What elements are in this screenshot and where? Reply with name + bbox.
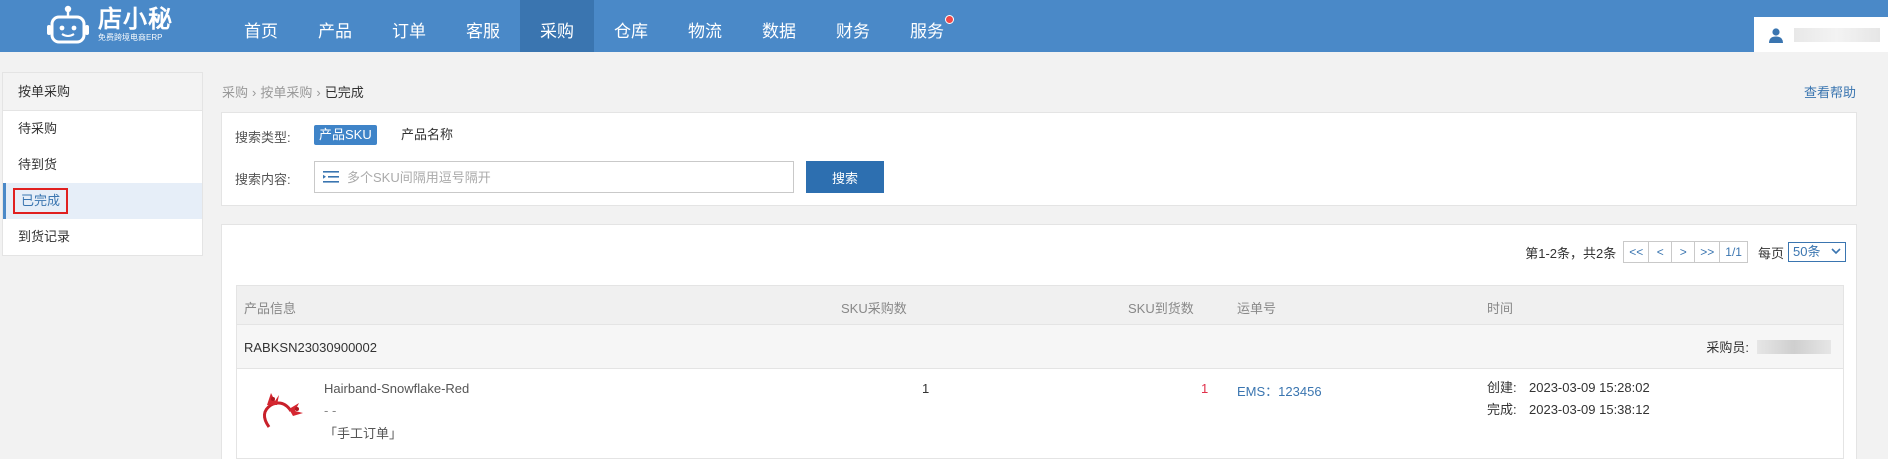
per-page-value: 50条 [1793, 244, 1821, 259]
time-info: 创建: 2023-03-09 15:28:02 完成: 2023-03-09 15:… [1487, 377, 1650, 421]
logo-subtitle: 免费跨境电商ERP [98, 33, 163, 42]
results-panel: 第1-2条，共2条 << < > >> 1/1 每页 50条 产品信息 SKU采… [221, 224, 1857, 459]
sidebar-item-pending-purchase[interactable]: 待采购 [3, 111, 202, 147]
app-logo[interactable]: 店小秘 免费跨境电商ERP [44, 2, 173, 48]
sidebar-item-completed-label: 已完成 [13, 188, 69, 214]
logo-title: 店小秘 [98, 6, 173, 33]
tracking-number-link[interactable]: EMS：123456 [1237, 381, 1322, 400]
nav-services[interactable]: 服务 [890, 0, 964, 52]
nav-logistics[interactable]: 物流 [668, 0, 742, 52]
sidebar-item-arrival-records[interactable]: 到货记录 [3, 219, 202, 255]
list-icon [323, 171, 339, 183]
col-product-info: 产品信息 [244, 301, 297, 316]
first-page-button[interactable]: << [1623, 241, 1650, 263]
sku-purchase-qty: 1 [922, 381, 930, 396]
search-input-box[interactable] [314, 161, 794, 193]
order-source-tag: 「手工订单」 [324, 426, 403, 441]
pagination: 第1-2条，共2条 << < > >> 1/1 每页 50条 [1525, 241, 1846, 263]
created-time-line: 创建: 2023-03-09 15:28:02 [1487, 377, 1650, 399]
page-indicator: 1/1 [1719, 241, 1748, 263]
nav-data[interactable]: 数据 [742, 0, 816, 52]
per-page-select[interactable]: 50条 [1788, 242, 1846, 262]
breadcrumb-purchase[interactable]: 采购 [222, 85, 248, 100]
col-tracking-no: 运单号 [1237, 301, 1277, 316]
created-label: 创建: [1487, 380, 1517, 395]
created-time: 2023-03-09 15:28:02 [1529, 380, 1650, 395]
buyer-info: 采购员: [1706, 337, 1831, 356]
nav-home[interactable]: 首页 [224, 0, 298, 52]
pagination-info: 第1-2条，共2条 [1525, 245, 1617, 261]
col-sku-purchase-qty: SKU采购数 [841, 301, 907, 316]
order-row: RABKSN23030900002 采购员: [236, 325, 1844, 369]
search-type-sku[interactable]: 产品SKU [314, 125, 377, 145]
next-page-button[interactable]: > [1671, 241, 1696, 263]
buyer-name-redacted [1757, 339, 1831, 354]
nav-products[interactable]: 产品 [298, 0, 372, 52]
nav-purchase[interactable]: 采购 [520, 0, 594, 52]
nav-orders[interactable]: 订单 [372, 0, 446, 52]
col-time: 时间 [1487, 301, 1514, 316]
help-link[interactable]: 查看帮助 [1804, 82, 1856, 101]
col-sku-arrived-qty: SKU到货数 [1128, 301, 1194, 316]
breadcrumb-current: 已完成 [324, 85, 364, 100]
breadcrumb-order-purchase[interactable]: 按单采购 [260, 85, 312, 100]
product-thumbnail[interactable] [255, 383, 311, 443]
completed-time-line: 完成: 2023-03-09 15:38:12 [1487, 399, 1650, 421]
search-content-label: 搜索内容: [235, 172, 291, 187]
main-nav: 首页 产品 订单 客服 采购 仓库 物流 数据 财务 服务 [224, 0, 964, 52]
purchase-table: 产品信息 SKU采购数 SKU到货数 运单号 时间 RABKSN23030900… [236, 285, 1844, 459]
logo-text: 店小秘 免费跨境电商ERP [98, 7, 173, 43]
completed-label: 完成: [1487, 402, 1517, 417]
last-page-button[interactable]: >> [1694, 241, 1721, 263]
buyer-label: 采购员: [1706, 340, 1749, 355]
product-variant: - - [324, 403, 337, 418]
robot-icon [47, 5, 89, 44]
breadcrumb: 采购 › 按单采购 › 已完成 [222, 85, 364, 100]
search-type-label: 搜索类型: [235, 130, 291, 145]
sidebar: 按单采购 待采购 待到货 已完成 到货记录 [2, 72, 203, 256]
completed-time: 2023-03-09 15:38:12 [1529, 402, 1650, 417]
top-navbar: 店小秘 免费跨境电商ERP 首页 产品 订单 客服 采购 仓库 物流 数据 财务… [0, 0, 1888, 52]
sidebar-item-completed[interactable]: 已完成 [3, 183, 202, 219]
user-name-redacted [1794, 27, 1880, 42]
nav-warehouse[interactable]: 仓库 [594, 0, 668, 52]
search-input[interactable] [347, 169, 767, 185]
prev-page-button[interactable]: < [1648, 241, 1673, 263]
search-button[interactable]: 搜索 [806, 161, 884, 193]
nav-finance[interactable]: 财务 [816, 0, 890, 52]
search-panel: 搜索类型: 产品SKU 产品名称 搜索内容: 搜索 [221, 112, 1857, 206]
search-type-product-name[interactable]: 产品名称 [396, 125, 458, 145]
sidebar-item-pending-arrival[interactable]: 待到货 [3, 147, 202, 183]
table-header: 产品信息 SKU采购数 SKU到货数 运单号 时间 [236, 285, 1844, 325]
notification-dot [945, 15, 954, 24]
user-icon [1769, 27, 1783, 43]
nav-customer-service[interactable]: 客服 [446, 0, 520, 52]
table-row: Hairband-Snowflake-Red - - 「手工订单」 1 1 EM… [236, 369, 1844, 459]
per-page-label: 每页 [1757, 245, 1784, 261]
product-name: Hairband-Snowflake-Red [324, 381, 470, 396]
sku-arrived-qty: 1 [1201, 381, 1209, 396]
chevron-down-icon [1831, 248, 1841, 255]
nav-services-label: 服务 [910, 22, 944, 41]
user-menu[interactable] [1754, 17, 1888, 52]
order-number: RABKSN23030900002 [244, 340, 377, 355]
sidebar-title: 按单采购 [3, 73, 202, 111]
